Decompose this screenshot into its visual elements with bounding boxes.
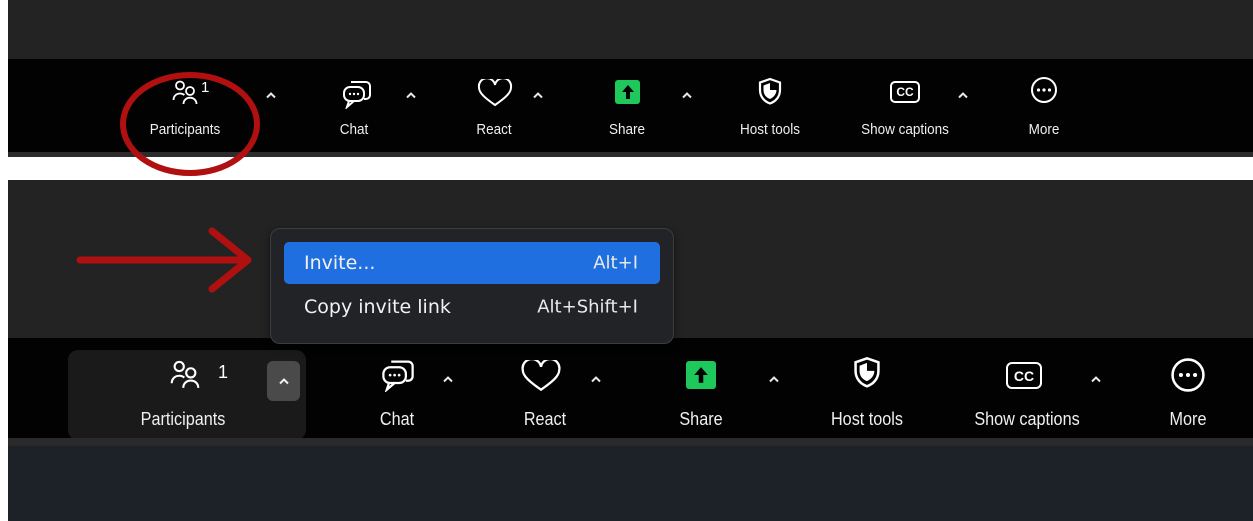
host-tools-label: Host tools (739, 121, 801, 138)
host-tools-button[interactable]: Host tools (723, 59, 817, 152)
host-tools-label: Host tools (830, 409, 904, 429)
show-captions-button[interactable]: CC Show captions (953, 338, 1103, 438)
chevron-up-icon (533, 92, 543, 99)
participants-count: 1 (218, 362, 229, 382)
react-heart-icon (477, 77, 513, 112)
host-tools-button[interactable]: Host tools (808, 338, 928, 438)
top-toolbar: 1 Participants Chat React Share Host too… (8, 59, 1253, 152)
chat-label: Chat (379, 409, 415, 429)
top-meeting-window: 1 Participants Chat React Share Host too… (8, 0, 1253, 157)
chevron-up-icon (266, 92, 276, 99)
chevron-up-icon (958, 92, 968, 99)
share-options-caret[interactable] (678, 86, 696, 104)
react-button[interactable]: React (463, 59, 533, 152)
more-label: More (1169, 409, 1207, 429)
chevron-up-icon (1091, 376, 1101, 383)
participants-icon (172, 79, 198, 110)
menu-item-invite[interactable]: Invite... Alt+I (284, 242, 660, 284)
chat-options-caret[interactable] (402, 86, 420, 104)
more-ellipsis-icon (1030, 76, 1058, 109)
closed-captions-icon: CC (890, 81, 920, 103)
participants-label: Participants (149, 121, 221, 138)
more-button[interactable]: More (1013, 59, 1073, 152)
menu-item-copy-invite-link-label: Copy invite link (304, 296, 451, 318)
react-label: React (476, 121, 512, 138)
menu-item-invite-label: Invite... (304, 252, 376, 274)
chevron-up-icon (406, 92, 416, 99)
captions-options-caret[interactable] (1087, 370, 1105, 388)
share-arrow-icon (686, 361, 716, 389)
chat-button[interactable]: Chat (358, 338, 438, 438)
share-button[interactable]: Share (668, 338, 748, 438)
participants-label: Participants (140, 409, 226, 429)
chevron-up-icon (591, 376, 601, 383)
menu-item-copy-invite-link[interactable]: Copy invite link Alt+Shift+I (284, 286, 660, 328)
menu-item-copy-invite-link-shortcut: Alt+Shift+I (537, 296, 638, 318)
participants-options-caret[interactable] (262, 86, 280, 104)
share-label: Share (608, 121, 646, 138)
bottom-toolbar: 1 Participants Chat React Share Host too… (8, 338, 1253, 440)
chevron-up-icon (443, 376, 453, 383)
host-tools-shield-icon (757, 77, 783, 110)
participants-options-caret[interactable] (267, 361, 300, 401)
share-options-caret[interactable] (765, 370, 783, 388)
meeting-video-area (8, 446, 1253, 521)
participants-invite-menu: Invite... Alt+I Copy invite link Alt+Shi… (270, 228, 674, 344)
show-captions-button[interactable]: CC Show captions (840, 59, 970, 152)
menu-item-invite-shortcut: Alt+I (593, 252, 638, 274)
chat-icon (341, 77, 373, 114)
chat-icon (380, 356, 416, 397)
host-tools-shield-icon (852, 356, 882, 393)
chevron-up-icon (278, 378, 289, 385)
react-label: React (523, 409, 567, 429)
bottom-toolbar-divider (8, 438, 1253, 446)
chevron-up-icon (769, 376, 779, 383)
participants-button[interactable]: 1 Participants (138, 59, 238, 152)
participants-button[interactable]: 1 Participants (108, 338, 258, 438)
participants-count: 1 (201, 79, 210, 96)
share-arrow-icon (615, 80, 640, 104)
bottom-meeting-window: 1 Participants Chat React Share Host too… (8, 180, 1253, 521)
react-options-caret[interactable] (529, 86, 547, 104)
chat-label: Chat (339, 121, 369, 138)
captions-icon-text: CC (1013, 367, 1035, 384)
share-label: Share (679, 409, 723, 429)
react-heart-icon (520, 357, 562, 397)
more-ellipsis-icon (1170, 357, 1206, 398)
chevron-up-icon (682, 92, 692, 99)
show-captions-label: Show captions (861, 121, 949, 138)
more-label: More (1028, 121, 1060, 138)
captions-options-caret[interactable] (954, 86, 972, 104)
captions-icon-text: CC (896, 85, 914, 99)
participants-icon (170, 359, 200, 394)
closed-captions-icon: CC (1006, 362, 1042, 389)
more-button[interactable]: More (1168, 338, 1238, 438)
react-options-caret[interactable] (587, 370, 605, 388)
chat-button[interactable]: Chat (323, 59, 387, 152)
chat-options-caret[interactable] (439, 370, 457, 388)
show-captions-label: Show captions (974, 409, 1080, 429)
react-button[interactable]: React (508, 338, 590, 438)
share-button[interactable]: Share (598, 59, 668, 152)
top-toolbar-divider (8, 152, 1253, 157)
